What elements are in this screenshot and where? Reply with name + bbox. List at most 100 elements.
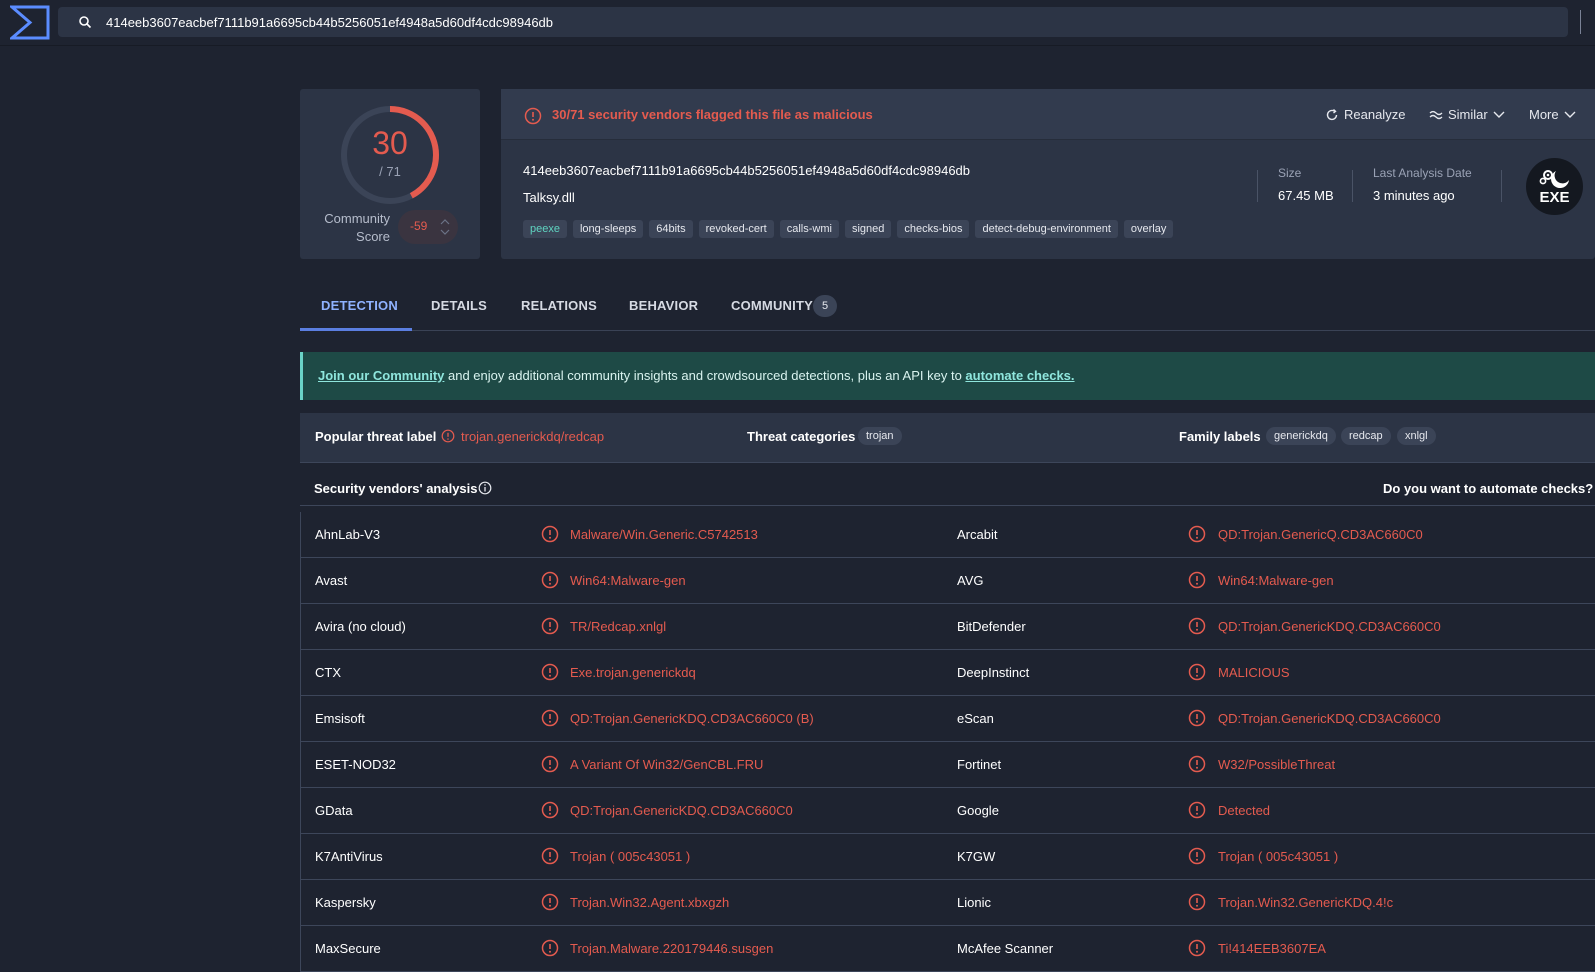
file-tag[interactable]: long-sleeps	[572, 220, 644, 238]
vendor-result[interactable]: Trojan ( 005c43051 )	[570, 849, 690, 864]
virustotal-logo-icon[interactable]	[10, 5, 50, 40]
vendor-result[interactable]: W32/PossibleThreat	[1218, 757, 1335, 772]
vendor-result[interactable]: TR/Redcap.xnlgl	[570, 619, 666, 634]
vendor-result[interactable]: QD:Trojan.GenericKDQ.CD3AC660C0	[1218, 711, 1441, 726]
community-score-label: Community Score	[324, 211, 390, 244]
vendor-name: Kaspersky	[315, 895, 376, 910]
vendor-name: DeepInstinct	[957, 665, 1030, 680]
chevron-down-icon	[1564, 111, 1576, 118]
banner-middle-text: and enjoy additional community insights …	[444, 368, 966, 383]
alert-circle-icon	[541, 847, 559, 865]
alert-circle-icon	[541, 709, 559, 727]
vendor-result[interactable]: Win64:Malware-gen	[570, 573, 686, 588]
vendor-row: Emsisoft QD:Trojan.GenericKDQ.CD3AC660C0 …	[300, 696, 1595, 742]
tab-community[interactable]: COMMUNITY	[731, 298, 813, 313]
tab-details[interactable]: DETAILS	[431, 298, 487, 313]
vendor-result[interactable]: Trojan ( 005c43051 )	[1218, 849, 1338, 864]
file-tag[interactable]: revoked-cert	[698, 220, 774, 238]
vendor-name: K7GW	[957, 849, 996, 864]
vendor-result[interactable]: Win64:Malware-gen	[1218, 573, 1334, 588]
vendor-result[interactable]: QD:Trojan.GenericQ.CD3AC660C0	[1218, 527, 1423, 542]
vendor-row: Avira (no cloud) TR/Redcap.xnlgl BitDefend…	[300, 604, 1595, 650]
popular-threat-label-title: Popular threat label	[315, 429, 437, 444]
top-bar	[0, 0, 1595, 46]
vendor-name: GData	[315, 803, 353, 818]
vendor-result[interactable]: MALICIOUS	[1218, 665, 1290, 680]
file-hash[interactable]: 414eeb3607eacbef7111b91a6695cb44b5256051…	[523, 163, 970, 178]
vote-arrows-icon[interactable]	[440, 217, 450, 237]
vendor-result[interactable]: QD:Trojan.GenericKDQ.CD3AC660C0 (B)	[570, 711, 814, 726]
malicious-alert-text: 30/71 security vendors flagged this file…	[552, 107, 873, 122]
family-label-pill[interactable]: generickdq	[1266, 427, 1336, 445]
threat-category-pill[interactable]: trojan	[858, 427, 902, 445]
community-score-pill[interactable]: -59	[398, 210, 458, 244]
file-tag[interactable]: checks-bios	[897, 220, 970, 238]
tab-behavior[interactable]: BEHAVIOR	[629, 298, 698, 313]
search-bar[interactable]	[58, 7, 1568, 37]
community-banner-text: Join our Community and enjoy additional …	[318, 368, 1075, 383]
family-labels-title: Family labels	[1179, 429, 1261, 444]
popular-threat-label-value[interactable]: trojan.generickdq/redcap	[461, 429, 604, 444]
vendor-row: MaxSecure Trojan.Malware.220179446.susgen…	[300, 926, 1595, 972]
file-tag[interactable]: calls-wmi	[779, 220, 839, 238]
size-label: Size	[1278, 166, 1302, 180]
vendor-name: BitDefender	[957, 619, 1026, 634]
gear-icon: EXE	[1539, 170, 1570, 206]
alert-circle-icon	[1188, 525, 1206, 543]
join-community-link[interactable]: Join our Community	[318, 368, 444, 383]
vendors-analysis-title: Security vendors' analysis	[314, 481, 478, 496]
family-label-pill[interactable]: redcap	[1341, 427, 1391, 445]
info-icon[interactable]	[478, 481, 492, 495]
automate-checks-link[interactable]: automate checks.	[965, 368, 1074, 383]
chevron-down-icon	[1493, 111, 1505, 118]
tab-detection[interactable]: DETECTION	[321, 298, 398, 313]
search-input[interactable]	[106, 7, 1506, 37]
vendor-result[interactable]: Trojan.Malware.220179446.susgen	[570, 941, 773, 956]
vendor-name: Avast	[315, 573, 348, 588]
vendor-name: Fortinet	[957, 757, 1002, 772]
last-analysis-value: 3 minutes ago	[1373, 188, 1455, 203]
alert-circle-icon	[541, 893, 559, 911]
alert-circle-icon	[541, 525, 559, 543]
vendor-name: McAfee Scanner	[957, 941, 1054, 956]
vendor-result[interactable]: QD:Trojan.GenericKDQ.CD3AC660C0	[1218, 619, 1441, 634]
vendor-row: Kaspersky Trojan.Win32.Agent.xbxgzh Lionic…	[300, 880, 1595, 926]
more-button[interactable]: More	[1529, 107, 1576, 122]
vendor-row: AhnLab-V3 Malware/Win.Generic.C5742513 Arc…	[300, 512, 1595, 558]
automate-checks-prompt[interactable]: Do you want to automate checks?	[1383, 481, 1593, 496]
vendor-result[interactable]: Ti!414EEB3607EA	[1218, 941, 1326, 956]
similar-label: Similar	[1448, 107, 1488, 122]
file-tag[interactable]: peexe	[523, 220, 567, 238]
tab-bar: DETECTION DETAILS RELATIONS BEHAVIOR COM…	[300, 284, 1595, 331]
detection-total: / 71	[379, 164, 401, 179]
alert-circle-icon	[524, 107, 542, 125]
file-tag[interactable]: signed	[844, 220, 892, 238]
svg-text:EXE: EXE	[1539, 189, 1569, 206]
vendor-result[interactable]: Detected	[1218, 803, 1270, 818]
alert-circle-icon	[541, 801, 559, 819]
similar-button[interactable]: Similar	[1429, 107, 1505, 122]
vendor-name: CTX	[315, 665, 341, 680]
vendor-result[interactable]: A Variant Of Win32/GenCBL.FRU	[570, 757, 763, 772]
vendor-name: AVG	[957, 573, 984, 588]
vendor-result[interactable]: QD:Trojan.GenericKDQ.CD3AC660C0	[570, 803, 793, 818]
detection-count: 30	[372, 125, 408, 161]
vendor-name: Avira (no cloud)	[315, 619, 406, 634]
file-tag[interactable]: 64bits	[649, 220, 693, 238]
community-count-badge: 5	[813, 295, 837, 317]
vendor-result[interactable]: Malware/Win.Generic.C5742513	[570, 527, 758, 542]
alert-circle-icon	[1188, 617, 1206, 635]
vendor-result[interactable]: Trojan.Win32.GenericKDQ.4!c	[1218, 895, 1393, 910]
family-label-pill[interactable]: xnlgl	[1397, 427, 1436, 445]
file-info-card: 30/71 security vendors flagged this file…	[501, 89, 1595, 259]
vendor-name: eScan	[957, 711, 994, 726]
vendor-name: MaxSecure	[315, 941, 381, 956]
vendor-result[interactable]: Trojan.Win32.Agent.xbxgzh	[570, 895, 729, 910]
vendor-result[interactable]: Exe.trojan.generickdq	[570, 665, 696, 680]
file-tag[interactable]: detect-debug-environment	[975, 220, 1118, 238]
file-tag[interactable]: overlay	[1123, 220, 1174, 238]
tab-relations[interactable]: RELATIONS	[521, 298, 597, 313]
reanalyze-button[interactable]: Reanalyze	[1325, 107, 1405, 122]
alert-circle-icon	[541, 617, 559, 635]
alert-circle-icon	[1188, 939, 1206, 957]
